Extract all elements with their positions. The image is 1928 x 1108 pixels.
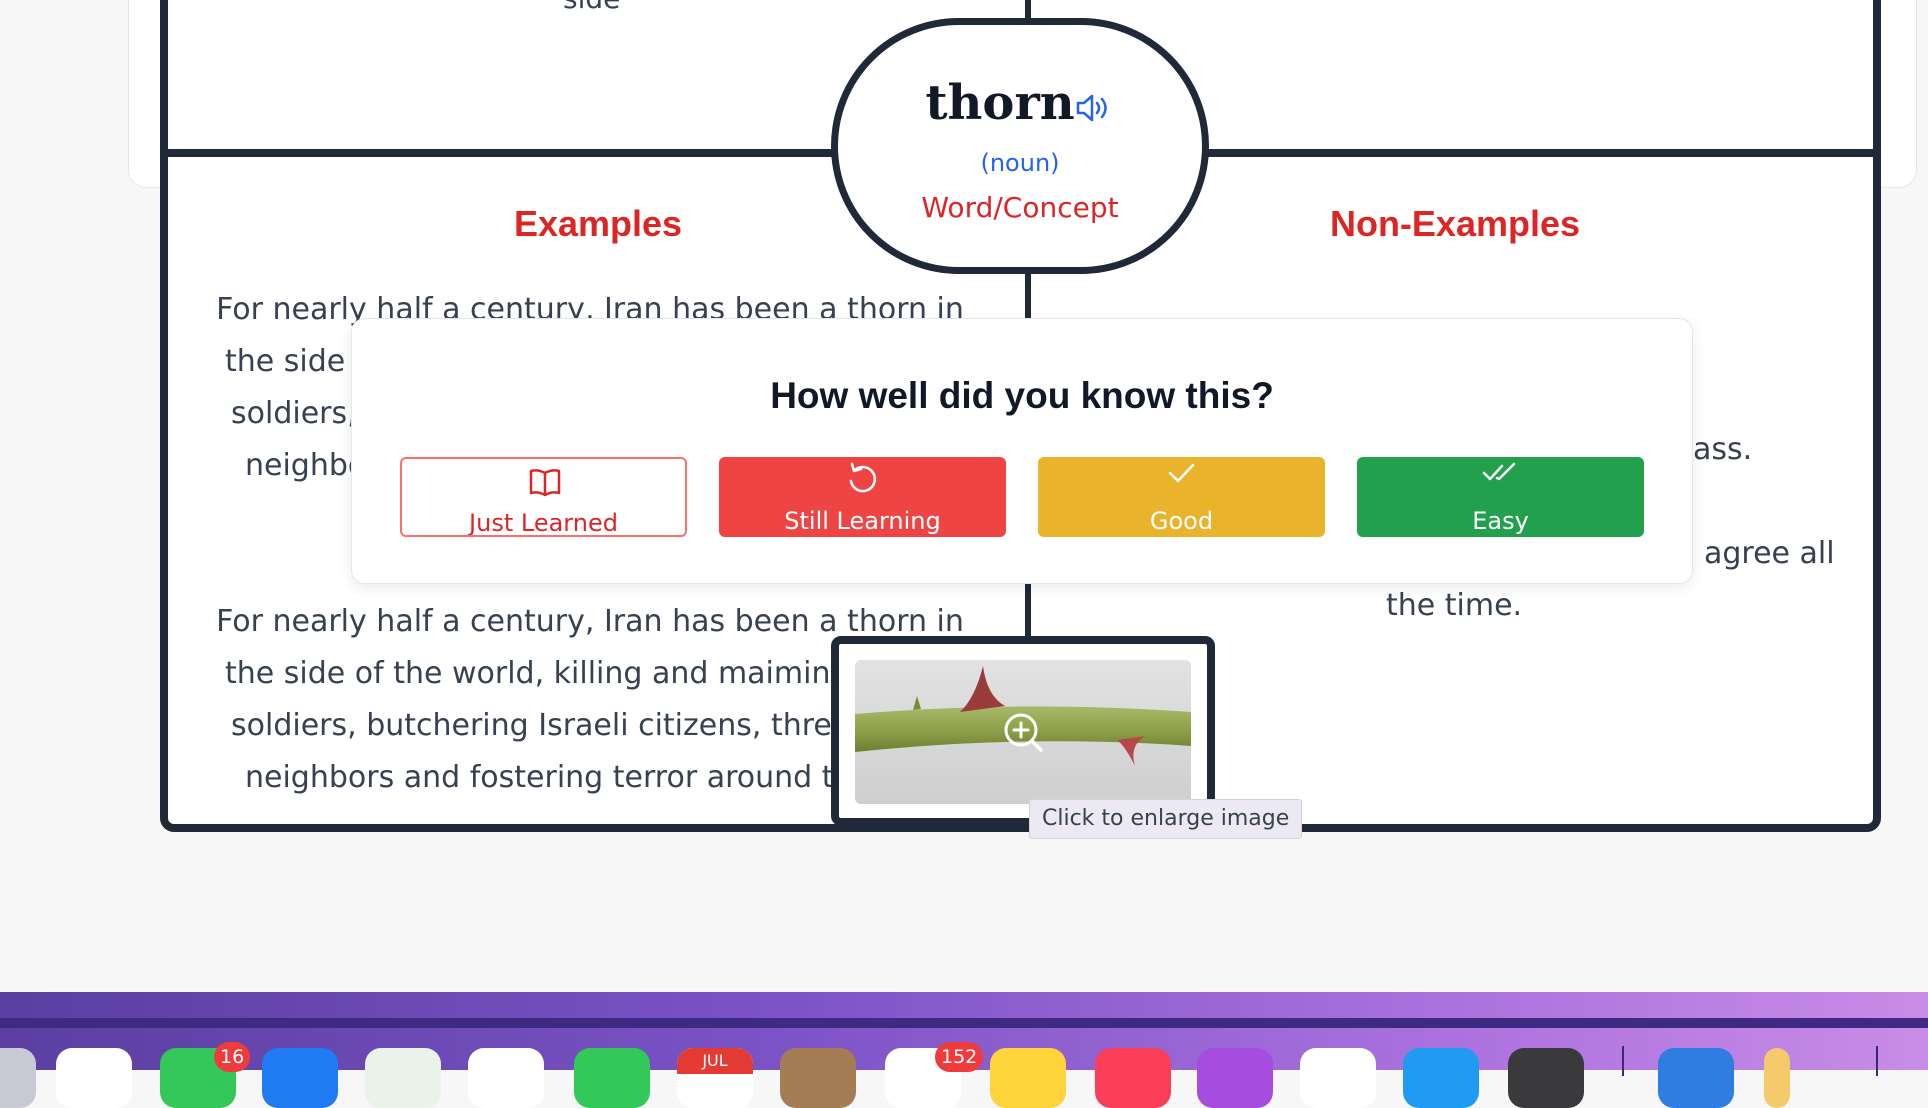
good-button[interactable]: Good <box>1038 457 1325 537</box>
messages-badge: 16 <box>214 1042 251 1072</box>
example-line: neighbors and fostering terror around th <box>245 760 853 795</box>
check-check-icon <box>1482 462 1516 481</box>
enlarge-image-tooltip: Click to enlarge image <box>1029 799 1303 839</box>
rating-modal: How well did you know this? Just Learned… <box>351 318 1693 584</box>
button-label: Good <box>1149 507 1214 535</box>
non-example-fragment: ass. <box>1693 432 1753 467</box>
music-icon[interactable] <box>1095 1048 1171 1108</box>
example-line: the side <box>225 344 346 379</box>
maps-icon[interactable] <box>365 1048 441 1108</box>
non-examples-title: Non-Examples <box>1329 203 1581 244</box>
image-frame <box>831 636 1215 826</box>
safari-icon[interactable] <box>56 1048 132 1108</box>
top-text-fragment: side <box>563 0 620 15</box>
rotate-ccw-icon <box>849 462 877 493</box>
news-icon[interactable] <box>1300 1048 1376 1108</box>
reminders-badge: 152 <box>935 1042 984 1072</box>
calendar-month: JUL <box>677 1048 753 1074</box>
button-label: Just Learned <box>469 509 618 537</box>
still-learning-button[interactable]: Still Learning <box>719 457 1006 537</box>
dock-separator <box>1622 1046 1624 1076</box>
thorn-image[interactable] <box>855 660 1191 804</box>
speaker-icon[interactable] <box>1074 93 1110 123</box>
dock-app-icon[interactable] <box>0 1048 36 1108</box>
button-label: Easy <box>1472 507 1529 535</box>
concept-word: thorn <box>925 75 1075 131</box>
check-icon <box>1168 463 1195 483</box>
book-open-icon <box>529 469 561 497</box>
system-settings-icon[interactable] <box>1508 1048 1584 1108</box>
mail-icon[interactable] <box>262 1048 338 1108</box>
non-example-fragment: the time. <box>1386 588 1523 623</box>
podcasts-icon[interactable] <box>1197 1048 1273 1108</box>
example-line: neighbo <box>245 448 367 483</box>
pencil-app-icon[interactable] <box>1764 1048 1790 1108</box>
concept-bubble: thorn (noun) Word/Concept <box>831 18 1209 274</box>
downloads-icon[interactable] <box>1658 1048 1734 1108</box>
example-line: the side of the world, killing and maimi… <box>225 656 880 691</box>
examples-title: Examples <box>513 203 683 244</box>
app-store-icon[interactable] <box>1403 1048 1479 1108</box>
contacts-icon[interactable] <box>780 1048 856 1108</box>
dock-separator <box>1876 1046 1878 1076</box>
thorn-stem-image <box>855 660 1191 804</box>
concept-label: Word/Concept <box>921 191 1119 224</box>
facetime-icon[interactable] <box>574 1048 650 1108</box>
part-of-speech: (noun) <box>980 149 1060 177</box>
example-line: soldiers, <box>231 396 357 431</box>
non-example-fragment: agree all <box>1704 536 1835 571</box>
easy-button[interactable]: Easy <box>1357 457 1644 537</box>
dock-top-edge <box>0 1018 1928 1028</box>
modal-title: How well did you know this? <box>770 375 1274 416</box>
notes-icon[interactable] <box>990 1048 1066 1108</box>
photos-icon[interactable] <box>468 1048 544 1108</box>
just-learned-button[interactable]: Just Learned <box>400 457 687 537</box>
example-line: soldiers, butchering Israeli citizens, t… <box>231 708 862 743</box>
calendar-icon[interactable]: JUL <box>677 1048 753 1108</box>
button-label: Still Learning <box>784 507 941 535</box>
